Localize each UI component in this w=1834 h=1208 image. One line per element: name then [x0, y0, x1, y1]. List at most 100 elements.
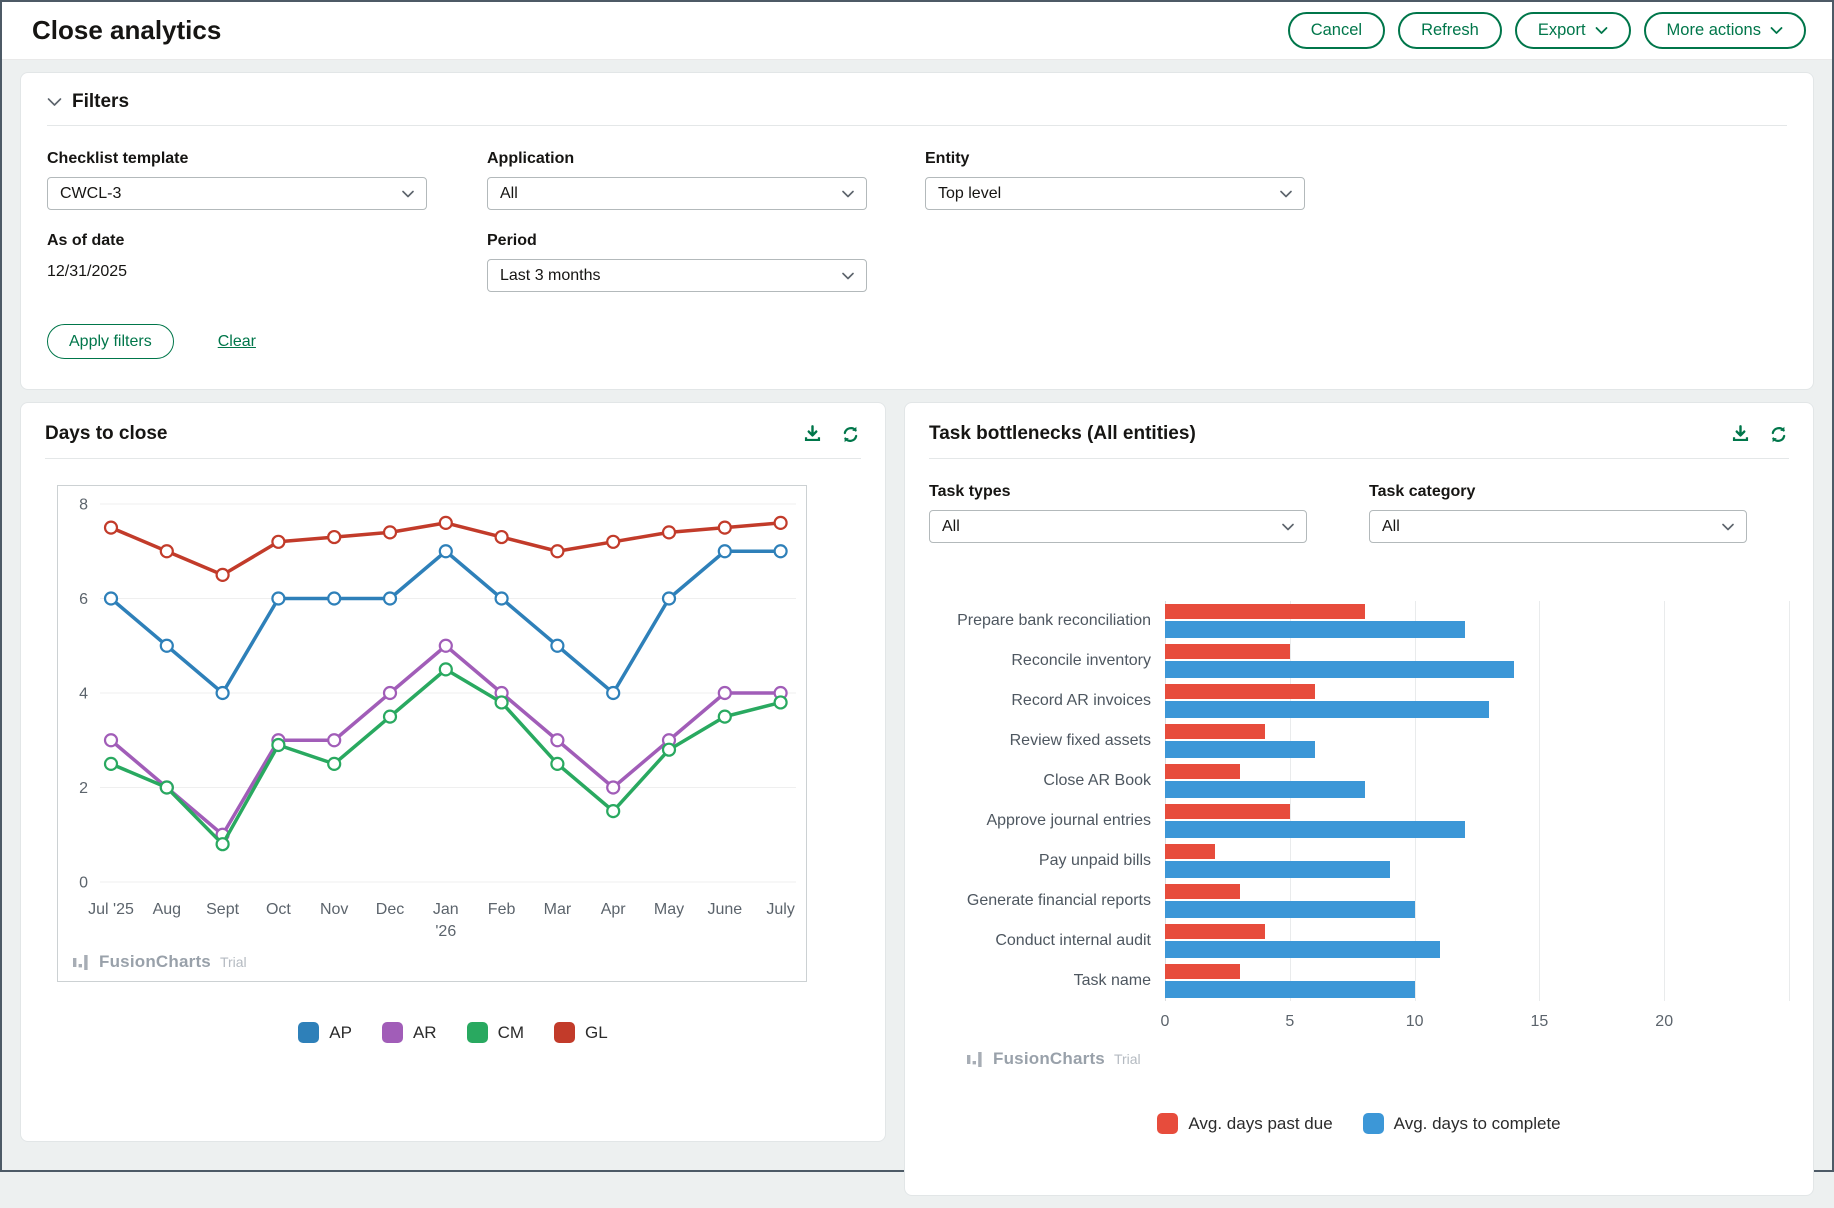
- legend-label: GL: [585, 1023, 608, 1043]
- bar-days-past-due: [1165, 644, 1290, 659]
- data-point-CM: [775, 696, 787, 708]
- bar-chart-labels: Prepare bank reconciliationReconcile inv…: [929, 601, 1165, 1035]
- legend-label: Avg. days past due: [1188, 1114, 1332, 1134]
- apply-filters-label: Apply filters: [69, 333, 152, 351]
- export-button-label: Export: [1538, 21, 1586, 40]
- data-point-GL: [440, 517, 452, 529]
- clear-filters-link[interactable]: Clear: [218, 333, 256, 351]
- period-select[interactable]: Last 3 months: [487, 259, 867, 292]
- fusioncharts-brand: FusionCharts: [993, 1049, 1105, 1069]
- fusioncharts-brand: FusionCharts: [99, 952, 211, 972]
- data-point-AP: [775, 545, 787, 557]
- data-point-CM: [551, 758, 563, 770]
- legend-item-avg-days-to-complete[interactable]: Avg. days to complete: [1363, 1113, 1561, 1134]
- bar-days-past-due: [1165, 884, 1240, 899]
- data-point-AP: [607, 687, 619, 699]
- bar-category-label: Prepare bank reconciliation: [929, 601, 1165, 641]
- data-point-GL: [607, 536, 619, 548]
- download-icon[interactable]: [1730, 424, 1751, 445]
- x-axis-tick: 15: [1530, 1013, 1548, 1031]
- data-point-GL: [384, 526, 396, 538]
- bar-days-past-due: [1165, 844, 1215, 859]
- data-point-AP: [551, 640, 563, 652]
- refresh-button[interactable]: Refresh: [1398, 12, 1502, 49]
- application-select[interactable]: All: [487, 177, 867, 210]
- bar-group-10: [1165, 961, 1789, 1001]
- chevron-down-icon: [1595, 26, 1608, 35]
- bar-chart-plot: [1165, 601, 1789, 1001]
- legend-item-CM[interactable]: CM: [467, 1022, 524, 1043]
- checklist-template-select[interactable]: CWCL-3: [47, 177, 427, 210]
- x-axis-tick: Sept: [206, 901, 239, 918]
- data-point-GL: [663, 526, 675, 538]
- data-point-GL: [105, 522, 117, 534]
- entity-select[interactable]: Top level: [925, 177, 1305, 210]
- task-bottlenecks-header: Task bottlenecks (All entities): [929, 423, 1789, 459]
- data-point-AR: [105, 734, 117, 746]
- data-point-AP: [328, 593, 340, 605]
- checklist-template-value: CWCL-3: [60, 185, 121, 203]
- bar-group-3: [1165, 681, 1789, 721]
- task-bottlenecks-actions: [1730, 424, 1789, 445]
- cancel-button[interactable]: Cancel: [1288, 12, 1385, 49]
- bar-group-4: [1165, 721, 1789, 761]
- fusioncharts-trial: Trial: [1114, 1051, 1141, 1067]
- apply-filters-button[interactable]: Apply filters: [47, 324, 174, 359]
- filters-grid: Checklist template CWCL-3 Application Al…: [47, 150, 1787, 292]
- task-types-field: Task types All: [929, 483, 1369, 543]
- more-actions-button[interactable]: More actions: [1644, 12, 1806, 49]
- as-of-date-field: As of date 12/31/2025: [47, 232, 487, 292]
- x-axis-tick: 20: [1655, 1013, 1673, 1031]
- legend-swatch: [467, 1022, 488, 1043]
- legend-item-GL[interactable]: GL: [554, 1022, 608, 1043]
- task-types-select[interactable]: All: [929, 510, 1307, 543]
- legend-label: AR: [413, 1023, 437, 1043]
- data-point-CM: [719, 711, 731, 723]
- bar-category-label: Reconcile inventory: [929, 641, 1165, 681]
- x-axis-tick: 10: [1406, 1013, 1424, 1031]
- days-to-close-header: Days to close: [45, 423, 861, 459]
- chevron-down-icon: [47, 97, 62, 107]
- bar-category-label: Conduct internal audit: [929, 921, 1165, 961]
- legend-item-avg-days-past-due[interactable]: Avg. days past due: [1157, 1113, 1332, 1134]
- period-field: Period Last 3 months: [487, 232, 925, 292]
- legend-swatch: [382, 1022, 403, 1043]
- download-icon[interactable]: [802, 424, 823, 445]
- chevron-down-icon: [842, 272, 854, 280]
- chevron-down-icon: [1280, 190, 1292, 198]
- filters-header[interactable]: Filters: [47, 91, 1787, 126]
- legend-item-AP[interactable]: AP: [298, 1022, 352, 1043]
- task-category-select[interactable]: All: [1369, 510, 1747, 543]
- legend-swatch: [298, 1022, 319, 1043]
- as-of-date-label: As of date: [47, 232, 487, 250]
- refresh-icon[interactable]: [1768, 424, 1789, 445]
- charts-row: Days to close 86420Jul '25AugSeptOctNovD…: [20, 402, 1814, 1196]
- entity-field: Entity Top level: [925, 150, 1787, 210]
- filters-title: Filters: [72, 91, 129, 113]
- bar-days-to-complete: [1165, 781, 1365, 798]
- filters-actions: Apply filters Clear: [47, 324, 1787, 359]
- export-button[interactable]: Export: [1515, 12, 1631, 49]
- bar-days-to-complete: [1165, 901, 1415, 918]
- task-bottlenecks-filters: Task types All Task category All: [929, 483, 1789, 543]
- refresh-icon[interactable]: [840, 424, 861, 445]
- bar-days-to-complete: [1165, 821, 1465, 838]
- fusioncharts-logo-icon: [967, 1050, 984, 1069]
- checklist-template-label: Checklist template: [47, 150, 487, 168]
- bar-group-9: [1165, 921, 1789, 961]
- bar-chart-legend: Avg. days past due Avg. days to complete: [929, 1113, 1789, 1134]
- data-point-GL: [719, 522, 731, 534]
- data-point-AP: [384, 593, 396, 605]
- bar-days-past-due: [1165, 764, 1240, 779]
- bar-days-to-complete: [1165, 621, 1465, 638]
- bar-group-8: [1165, 881, 1789, 921]
- task-category-label: Task category: [1369, 483, 1789, 501]
- y-axis-tick: 6: [79, 591, 88, 608]
- legend-item-AR[interactable]: AR: [382, 1022, 437, 1043]
- data-point-GL: [775, 517, 787, 529]
- x-axis-tick: May: [654, 901, 684, 918]
- days-to-close-title: Days to close: [45, 423, 168, 445]
- bar-category-label: Record AR invoices: [929, 681, 1165, 721]
- x-axis-tick-subline: '26: [435, 923, 456, 940]
- x-axis-tick: Mar: [544, 901, 572, 918]
